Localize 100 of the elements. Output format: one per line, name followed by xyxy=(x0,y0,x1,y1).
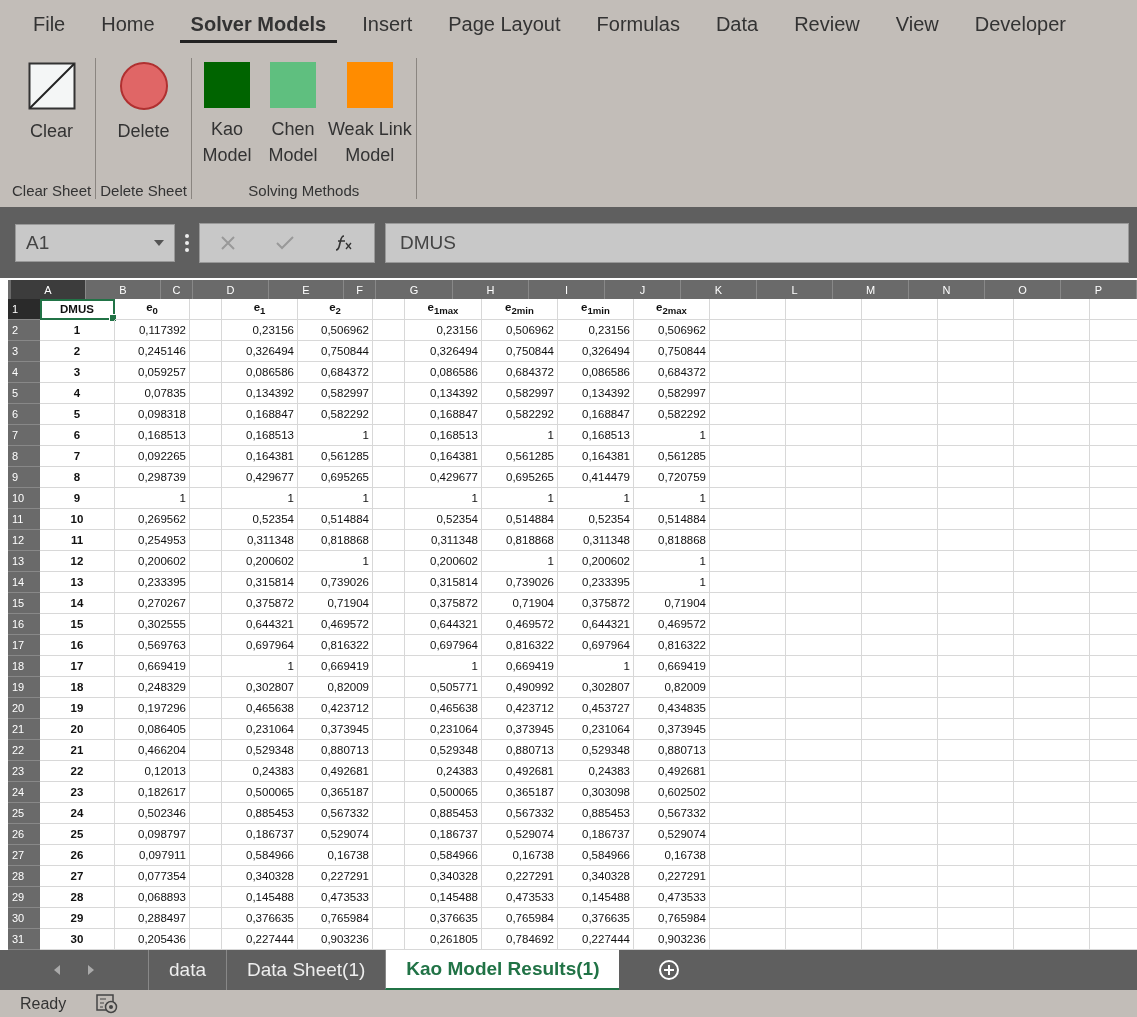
table-cell: 5 xyxy=(73,408,81,420)
column-header[interactable]: L xyxy=(757,280,833,299)
ribbon-button-label[interactable]: Kao Model xyxy=(202,116,252,168)
ribbon-tab[interactable]: Formulas xyxy=(585,7,691,43)
dropdown-icon[interactable] xyxy=(154,239,164,246)
previous-sheet-icon[interactable] xyxy=(54,965,60,975)
row-header[interactable]: 7 xyxy=(8,425,40,446)
table-cell: 0,311348 xyxy=(582,534,630,546)
row-header[interactable]: 6 xyxy=(8,404,40,425)
column-header[interactable]: B xyxy=(86,280,161,299)
row-header[interactable]: 15 xyxy=(8,593,40,614)
table-cell: 0,52354 xyxy=(588,513,630,525)
ribbon-button-label[interactable]: Weak Link Model xyxy=(327,116,412,168)
table-cell: 0,903236 xyxy=(321,933,369,945)
row-header[interactable]: 2 xyxy=(8,320,40,341)
row-header[interactable]: 1 xyxy=(8,299,40,320)
table-cell: 16 xyxy=(70,639,84,651)
row-header[interactable]: 12 xyxy=(8,530,40,551)
row-header[interactable]: 8 xyxy=(8,446,40,467)
row-header[interactable]: 13 xyxy=(8,551,40,572)
row-header[interactable]: 11 xyxy=(8,509,40,530)
row-header[interactable]: 4 xyxy=(8,362,40,383)
add-sheet-icon[interactable] xyxy=(659,960,680,980)
row-header[interactable]: 18 xyxy=(8,656,40,677)
table-cell: 0,097911 xyxy=(138,849,186,861)
ribbon-tab[interactable]: Home xyxy=(90,7,166,43)
name-box[interactable]: A1 xyxy=(15,223,175,262)
ribbon-tab[interactable]: Page Layout xyxy=(437,7,572,43)
table-cell: 0,186737 xyxy=(582,828,630,840)
row-header[interactable]: 9 xyxy=(8,467,40,488)
ribbon-tab[interactable]: Data xyxy=(704,7,770,43)
row-header[interactable]: 29 xyxy=(8,887,40,908)
table-cell: 0,602502 xyxy=(658,786,706,798)
table-cell: 0,168847 xyxy=(246,408,294,420)
column-header[interactable]: P xyxy=(1061,280,1137,299)
column-header[interactable]: E xyxy=(269,280,344,299)
table-cell: 27 xyxy=(70,870,84,882)
ribbon-tab[interactable]: Solver Models xyxy=(179,7,338,43)
macro-recording-icon[interactable] xyxy=(96,993,119,1014)
row-header[interactable]: 31 xyxy=(8,929,40,950)
table-cell: 0,326494 xyxy=(430,345,478,357)
table-cell: 0,502346 xyxy=(138,807,186,819)
column-header[interactable]: N xyxy=(909,280,985,299)
column-header[interactable]: J xyxy=(605,280,681,299)
row-header[interactable]: 16 xyxy=(8,614,40,635)
fill-handle[interactable] xyxy=(109,314,117,322)
row-header[interactable]: 14 xyxy=(8,572,40,593)
column-header[interactable]: C xyxy=(161,280,193,299)
row-header[interactable]: 26 xyxy=(8,824,40,845)
sheet-tab[interactable]: Kao Model Results(1) xyxy=(385,950,620,990)
row-header[interactable]: 24 xyxy=(8,782,40,803)
row-header[interactable]: 5 xyxy=(8,383,40,404)
table-cell: 0,23156 xyxy=(252,324,294,336)
table-cell: 0,561285 xyxy=(321,450,369,462)
ribbon-tab[interactable]: File xyxy=(22,7,77,43)
column-header[interactable]: D xyxy=(193,280,269,299)
table-cell: 0,695265 xyxy=(506,471,554,483)
table-cell: 0,434835 xyxy=(658,702,706,714)
row-header[interactable]: 10 xyxy=(8,488,40,509)
row-header[interactable]: 23 xyxy=(8,761,40,782)
next-sheet-icon[interactable] xyxy=(88,965,94,975)
ribbon-tab[interactable]: Review xyxy=(783,7,871,43)
row-header[interactable]: 19 xyxy=(8,677,40,698)
table-cell: 0,697964 xyxy=(582,639,630,651)
ribbon-tab[interactable]: Insert xyxy=(351,7,424,43)
column-header[interactable]: K xyxy=(681,280,757,299)
table-cell: 0,816322 xyxy=(658,639,706,651)
table-cell: 0,784692 xyxy=(506,933,554,945)
row-header[interactable]: 27 xyxy=(8,845,40,866)
column-header[interactable]: G xyxy=(376,280,453,299)
column-header[interactable]: A xyxy=(11,280,86,299)
column-header[interactable]: H xyxy=(453,280,529,299)
ribbon-tab[interactable]: View xyxy=(884,7,950,43)
function-icon[interactable] xyxy=(335,234,354,251)
column-header[interactable]: I xyxy=(529,280,605,299)
table-cell: 0,227291 xyxy=(506,870,554,882)
table-cell: 0,582292 xyxy=(506,408,554,420)
table-cell: 19 xyxy=(70,702,84,714)
ribbon-button-label[interactable]: Chen Model xyxy=(268,116,318,168)
row-header[interactable]: 28 xyxy=(8,866,40,887)
formula-field[interactable]: DMUS xyxy=(385,222,1129,263)
row-header[interactable]: 3 xyxy=(8,341,40,362)
row-header[interactable]: 21 xyxy=(8,719,40,740)
row-header[interactable]: 22 xyxy=(8,740,40,761)
ribbon-tab[interactable]: Developer xyxy=(963,7,1077,43)
ribbon-button-label[interactable]: Clear xyxy=(30,118,74,144)
row-header[interactable]: 20 xyxy=(8,698,40,719)
row-header[interactable]: 30 xyxy=(8,908,40,929)
table-cell: 0,584966 xyxy=(582,849,630,861)
more-options-icon[interactable] xyxy=(185,232,189,253)
row-header[interactable]: 17 xyxy=(8,635,40,656)
column-header[interactable]: F xyxy=(344,280,376,299)
column-header[interactable]: O xyxy=(985,280,1061,299)
ribbon-button-label[interactable]: Delete xyxy=(117,118,170,144)
table-cell: 0,233395 xyxy=(582,576,630,588)
row-header[interactable]: 25 xyxy=(8,803,40,824)
column-header[interactable]: M xyxy=(833,280,909,299)
check-icon[interactable] xyxy=(276,235,294,250)
table-cell: 0,505771 xyxy=(430,681,478,693)
table-cell: 4 xyxy=(73,387,81,399)
